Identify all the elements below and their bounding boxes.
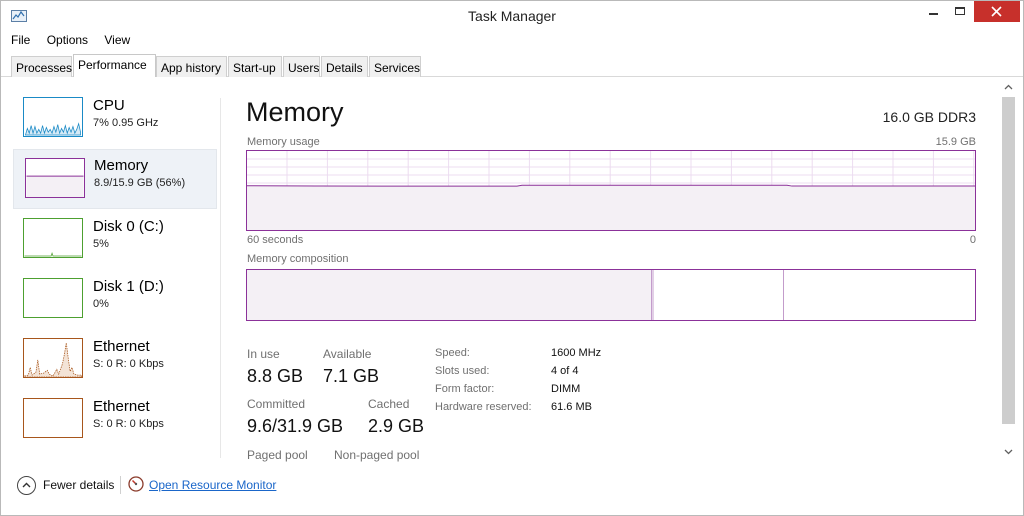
sidebar-item-sub: 8.9/15.9 GB (56%) <box>94 177 186 189</box>
sidebar-item-disk-1[interactable]: Disk 1 (D:) 0% <box>13 272 217 330</box>
time-span-label: 60 seconds <box>247 234 304 246</box>
in-use-label: In use <box>247 347 280 361</box>
cpu-thumbnail-graph <box>23 97 83 137</box>
sidebar-item-sub: S: 0 R: 0 Kbps <box>93 418 164 430</box>
scroll-down-arrow-icon[interactable] <box>1000 443 1017 460</box>
tab-bar: Processes Performance App history Start-… <box>1 54 1023 77</box>
tab-app-history[interactable]: App history <box>156 56 227 77</box>
memory-composition-bar <box>246 269 976 321</box>
sidebar-item-ethernet-2[interactable]: Ethernet S: 0 R: 0 Kbps <box>13 392 217 450</box>
tab-start-up[interactable]: Start-up <box>228 56 282 77</box>
memory-detail-panel: Memory 16.0 GB DDR3 Memory usage 15.9 GB… <box>246 96 976 466</box>
sidebar-divider <box>220 98 221 458</box>
footer-divider <box>120 476 121 494</box>
tab-details[interactable]: Details <box>321 56 368 77</box>
form-factor-value: DIMM <box>551 383 581 395</box>
ethernet-1-thumbnail-graph <box>23 338 83 378</box>
sidebar-item-cpu[interactable]: CPU 7% 0.95 GHz <box>13 91 217 149</box>
tab-services[interactable]: Services <box>369 56 421 77</box>
close-icon <box>991 6 1002 17</box>
in-use-value: 8.8 GB <box>247 366 304 386</box>
sidebar-item-sub: 0% <box>93 298 109 310</box>
committed-value: 9.6/31.9 GB <box>247 416 344 436</box>
committed-label: Committed <box>247 397 306 411</box>
available-value: 7.1 GB <box>323 366 380 386</box>
sidebar-item-sub: 7% 0.95 GHz <box>93 117 159 129</box>
sidebar-item-label: Disk 0 (C:) <box>93 218 164 235</box>
tab-users[interactable]: Users <box>283 56 320 77</box>
composition-standby <box>654 270 784 320</box>
composition-in-use <box>247 270 652 320</box>
disk-0-thumbnail-graph <box>23 218 83 258</box>
tab-performance[interactable]: Performance <box>73 54 156 77</box>
menu-view[interactable]: View <box>102 33 132 47</box>
close-button[interactable] <box>974 1 1020 22</box>
form-factor-label: Form factor: <box>435 383 495 395</box>
title-bar: Task Manager <box>1 1 1023 32</box>
memory-usage-max: 15.9 GB <box>935 136 976 148</box>
scrollbar-thumb[interactable] <box>1002 97 1015 424</box>
performance-sidebar: CPU 7% 0.95 GHz Memory 8.9/15.9 GB (56%)… <box>11 91 221 461</box>
sidebar-item-label: Disk 1 (D:) <box>93 278 164 295</box>
cached-label: Cached <box>368 397 410 411</box>
sidebar-item-label: CPU <box>93 97 125 114</box>
memory-composition-label: Memory composition <box>247 253 349 265</box>
footer-bar: Fewer details Open Resource Monitor <box>1 471 1023 501</box>
slots-used-value: 4 of 4 <box>551 365 579 377</box>
chevron-up-icon[interactable] <box>17 476 36 495</box>
speed-value: 1600 MHz <box>551 347 602 359</box>
vertical-scrollbar[interactable] <box>1000 79 1017 461</box>
time-zero-label: 0 <box>969 234 976 246</box>
speed-label: Speed: <box>435 347 470 359</box>
tab-processes[interactable]: Processes <box>11 56 72 77</box>
sidebar-item-disk-0[interactable]: Disk 0 (C:) 5% <box>13 212 217 270</box>
paged-pool-label: Paged pool <box>247 448 308 462</box>
sidebar-item-sub: S: 0 R: 0 Kbps <box>93 358 164 370</box>
sidebar-item-label: Memory <box>94 157 149 174</box>
memory-usage-graph <box>246 150 976 231</box>
hardware-reserved-value: 61.6 MB <box>551 401 592 413</box>
memory-usage-series <box>247 185 975 230</box>
minimize-button[interactable] <box>920 1 946 22</box>
sidebar-item-sub: 5% <box>93 238 109 250</box>
maximize-icon <box>955 7 965 15</box>
non-paged-pool-label: Non-paged pool <box>334 448 420 462</box>
task-manager-window: Task Manager File Options View Processes… <box>0 0 1024 516</box>
sidebar-item-label: Ethernet <box>93 398 150 415</box>
memory-usage-label: Memory usage <box>247 136 320 148</box>
minimize-icon <box>929 13 938 15</box>
maximize-button[interactable] <box>947 1 973 22</box>
page-title: Memory <box>246 97 344 127</box>
disk-1-thumbnail-graph <box>23 278 83 318</box>
scroll-up-arrow-icon[interactable] <box>1000 79 1017 96</box>
slots-used-label: Slots used: <box>435 365 490 377</box>
fewer-details-button[interactable]: Fewer details <box>43 478 114 492</box>
memory-thumbnail-graph <box>25 158 85 198</box>
sidebar-item-label: Ethernet <box>93 338 150 355</box>
menu-bar: File Options View <box>9 33 141 51</box>
hardware-reserved-label: Hardware reserved: <box>435 401 532 413</box>
menu-file[interactable]: File <box>9 33 32 47</box>
memory-spec: 16.0 GB DDR3 <box>882 109 976 125</box>
window-title: Task Manager <box>468 8 556 24</box>
cached-value: 2.9 GB <box>368 416 425 436</box>
sidebar-item-memory[interactable]: Memory 8.9/15.9 GB (56%) <box>13 149 217 209</box>
available-label: Available <box>323 347 372 361</box>
ethernet-2-thumbnail-graph <box>23 398 83 438</box>
open-resource-monitor-link[interactable]: Open Resource Monitor <box>149 478 276 492</box>
resource-monitor-icon <box>128 476 144 492</box>
menu-options[interactable]: Options <box>45 33 90 47</box>
sidebar-item-ethernet-1[interactable]: Ethernet S: 0 R: 0 Kbps <box>13 332 217 390</box>
